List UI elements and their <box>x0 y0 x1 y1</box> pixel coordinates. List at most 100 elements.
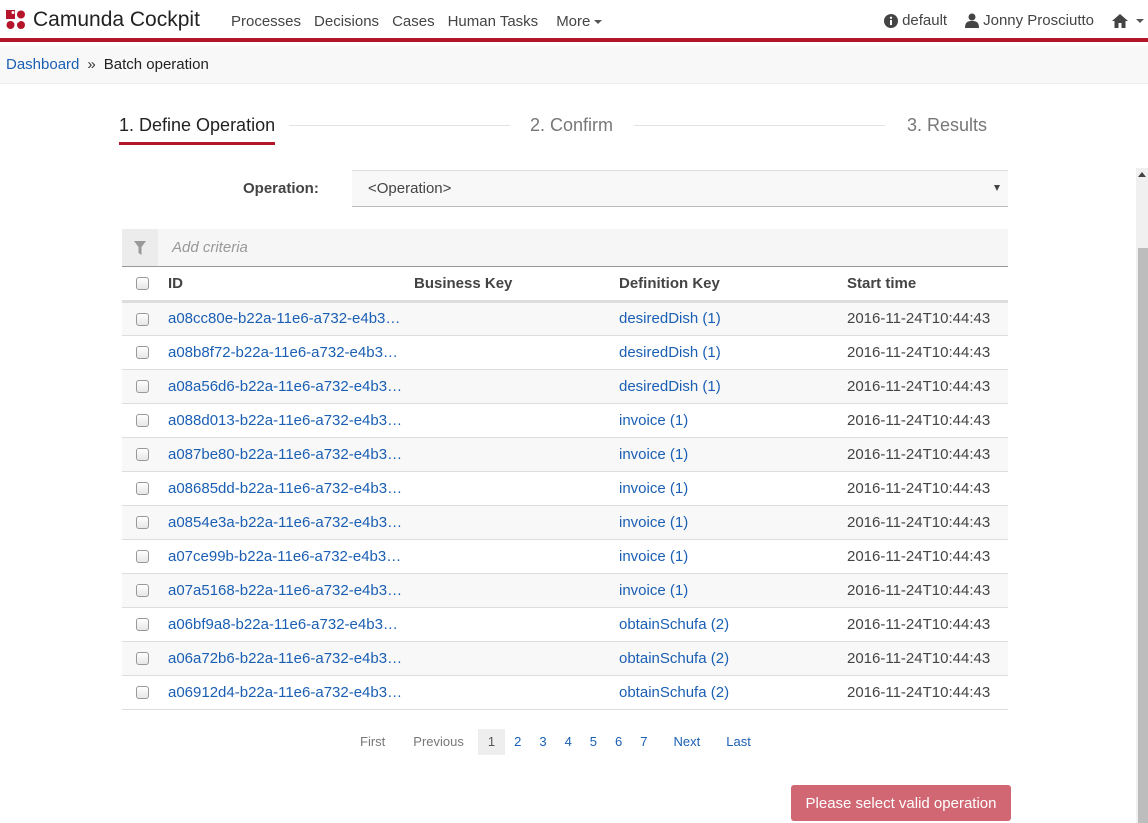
pagination-page-5[interactable]: 5 <box>581 729 606 755</box>
row-checkbox[interactable] <box>136 448 149 462</box>
row-checkbox[interactable] <box>136 312 149 326</box>
home-menu[interactable] <box>1112 13 1144 28</box>
engine-selector[interactable]: default <box>884 12 947 29</box>
table-row: a08a56d6-b22a-11e6-a732-e4b3… desiredDish… <box>122 369 1008 404</box>
add-criteria-input[interactable]: Add criteria <box>172 239 248 256</box>
definition-key-link[interactable]: desiredDish (1) <box>619 310 721 327</box>
start-time-cell: 2016-11-24T10:44:43 <box>847 301 1008 336</box>
pagination-page-6[interactable]: 6 <box>606 729 631 755</box>
pagination-page-3[interactable]: 3 <box>530 729 555 755</box>
pagination-last[interactable]: Last <box>717 729 760 755</box>
user-icon <box>965 13 980 28</box>
breadcrumb-current: Batch operation <box>103 56 209 73</box>
definition-key-link[interactable]: invoice (1) <box>619 446 688 463</box>
instance-id-link[interactable]: a087be80-b22a-11e6-a732-e4b3… <box>168 446 402 463</box>
definition-key-link[interactable]: desiredDish (1) <box>619 378 721 395</box>
top-navbar: Camunda Cockpit Processes Decisions Case… <box>0 0 1148 42</box>
definition-key-link[interactable]: obtainSchufa (2) <box>619 616 729 633</box>
dropdown-arrow-icon <box>994 185 1000 191</box>
business-key-cell <box>414 301 619 336</box>
row-checkbox[interactable] <box>136 414 149 428</box>
table-row: a08b8f72-b22a-11e6-a732-e4b3… desiredDish… <box>122 335 1008 370</box>
header-id[interactable]: ID <box>168 267 414 303</box>
start-time-cell: 2016-11-24T10:44:43 <box>847 369 1008 404</box>
business-key-cell <box>414 335 619 370</box>
scroll-up-arrow-icon[interactable] <box>1138 172 1146 177</box>
pagination-page-7[interactable]: 7 <box>631 729 656 755</box>
definition-key-link[interactable]: desiredDish (1) <box>619 344 721 361</box>
pagination-page-1[interactable]: 1 <box>477 729 506 755</box>
definition-key-link[interactable]: obtainSchufa (2) <box>619 684 729 701</box>
definition-key-link[interactable]: invoice (1) <box>619 480 688 497</box>
nav-more-dropdown[interactable]: More <box>556 13 603 30</box>
user-menu[interactable]: Jonny Prosciutto <box>965 12 1094 29</box>
pagination-next[interactable]: Next <box>665 729 710 755</box>
table-row: a06bf9a8-b22a-11e6-a732-e4b3… obtainSchuf… <box>122 607 1008 642</box>
definition-key-link[interactable]: invoice (1) <box>619 582 688 599</box>
operation-select-value: <Operation> <box>368 180 452 197</box>
submit-operation-button[interactable]: Please select valid operation <box>791 785 1011 821</box>
instance-id-link[interactable]: a08a56d6-b22a-11e6-a732-e4b3… <box>168 378 402 395</box>
filter-button[interactable] <box>122 229 158 266</box>
row-checkbox[interactable] <box>136 652 149 666</box>
table-row: a087be80-b22a-11e6-a732-e4b3… invoice (1)… <box>122 437 1008 472</box>
step-define-operation: 1. Define Operation <box>119 115 276 145</box>
operation-label: Operation: <box>243 180 319 197</box>
table-row: a088d013-b22a-11e6-a732-e4b3… invoice (1)… <box>122 403 1008 438</box>
row-checkbox[interactable] <box>136 550 149 564</box>
business-key-cell <box>414 403 619 438</box>
page-scrollbar[interactable] <box>1136 168 1148 823</box>
definition-key-link[interactable]: invoice (1) <box>619 412 688 429</box>
operation-select[interactable]: <Operation> <box>352 170 1008 207</box>
row-checkbox[interactable] <box>136 618 149 632</box>
nav-cases[interactable]: Cases <box>392 13 435 30</box>
brand[interactable]: Camunda Cockpit <box>6 8 200 32</box>
instance-id-link[interactable]: a07ce99b-b22a-11e6-a732-e4b3… <box>168 548 401 565</box>
row-checkbox[interactable] <box>136 346 149 360</box>
nav-decisions[interactable]: Decisions <box>314 13 379 30</box>
row-checkbox[interactable] <box>136 584 149 598</box>
select-all-checkbox[interactable] <box>136 277 149 291</box>
header-start-time[interactable]: Start time <box>847 267 1008 303</box>
pagination-page-4[interactable]: 4 <box>556 729 581 755</box>
row-checkbox[interactable] <box>136 686 149 700</box>
table-row: a06912d4-b22a-11e6-a732-e4b3… obtainSchuf… <box>122 675 1008 710</box>
row-checkbox[interactable] <box>136 380 149 394</box>
instance-id-link[interactable]: a08b8f72-b22a-11e6-a732-e4b3… <box>168 344 398 361</box>
engine-name: default <box>902 12 948 29</box>
step-divider <box>634 125 885 126</box>
row-checkbox[interactable] <box>136 516 149 530</box>
table-row: a08685dd-b22a-11e6-a732-e4b3… invoice (1)… <box>122 471 1008 506</box>
start-time-cell: 2016-11-24T10:44:43 <box>847 641 1008 676</box>
instance-id-link[interactable]: a088d013-b22a-11e6-a732-e4b3… <box>168 412 402 429</box>
pagination-page-2[interactable]: 2 <box>505 729 530 755</box>
main-nav: Processes Decisions Cases Human Tasks Mo… <box>231 13 615 30</box>
instance-id-link[interactable]: a0854e3a-b22a-11e6-a732-e4b3… <box>168 514 402 531</box>
definition-key-link[interactable]: invoice (1) <box>619 514 688 531</box>
instance-id-link[interactable]: a07a5168-b22a-11e6-a732-e4b3… <box>168 582 402 599</box>
home-icon <box>1112 13 1128 28</box>
pagination-previous[interactable]: Previous <box>403 729 474 755</box>
info-icon <box>884 13 899 28</box>
business-key-cell <box>414 505 619 540</box>
row-checkbox[interactable] <box>136 482 149 496</box>
instance-id-link[interactable]: a06a72b6-b22a-11e6-a732-e4b3… <box>168 650 402 667</box>
header-business-key[interactable]: Business Key <box>414 267 619 303</box>
definition-key-link[interactable]: invoice (1) <box>619 548 688 565</box>
pagination-first[interactable]: First <box>350 729 395 755</box>
scrollbar-thumb[interactable] <box>1138 248 1148 823</box>
start-time-cell: 2016-11-24T10:44:43 <box>847 607 1008 642</box>
nav-processes[interactable]: Processes <box>231 13 301 30</box>
instance-id-link[interactable]: a06912d4-b22a-11e6-a732-e4b3… <box>168 684 402 701</box>
nav-human-tasks[interactable]: Human Tasks <box>448 13 539 30</box>
business-key-cell <box>414 607 619 642</box>
instance-id-link[interactable]: a06bf9a8-b22a-11e6-a732-e4b3… <box>168 616 398 633</box>
definition-key-link[interactable]: obtainSchufa (2) <box>619 650 729 667</box>
nav-more-label: More <box>556 13 591 30</box>
breadcrumb-dashboard-link[interactable]: Dashboard <box>6 56 79 73</box>
table-body: a08cc80e-b22a-11e6-a732-e4b3… desiredDish… <box>122 301 1008 710</box>
business-key-cell <box>414 641 619 676</box>
instance-id-link[interactable]: a08cc80e-b22a-11e6-a732-e4b3… <box>168 310 400 327</box>
header-definition-key[interactable]: Definition Key <box>619 267 847 303</box>
instance-id-link[interactable]: a08685dd-b22a-11e6-a732-e4b3… <box>168 480 402 497</box>
